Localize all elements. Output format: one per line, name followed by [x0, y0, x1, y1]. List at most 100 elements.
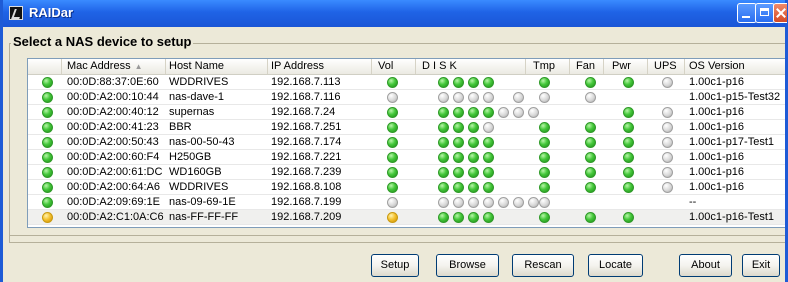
- device-status-icon: [42, 107, 53, 118]
- table-row[interactable]: 00:0D:88:37:0E:60 WDDRIVES 192.168.7.113 1.…: [28, 75, 785, 90]
- disk-status-icon: [528, 197, 539, 208]
- disk-status-icon: [483, 212, 494, 223]
- client-area: Select a NAS device to setup Mac Address…: [3, 27, 785, 282]
- volume-status-icon: [387, 137, 398, 148]
- disk-status-icon: [468, 152, 479, 163]
- device-status-icon: [42, 212, 53, 223]
- host-name-cell: WDDRIVES: [169, 181, 229, 193]
- column-header-mac[interactable]: Mac Address ▲: [62, 59, 166, 74]
- column-header-pwr[interactable]: Pwr: [604, 59, 648, 74]
- disk-status-icon: [468, 107, 479, 118]
- disk-status-icon: [438, 182, 449, 193]
- ups-status-icon: [662, 77, 673, 88]
- disk-status-icon: [453, 107, 464, 118]
- table-row[interactable]: 00:0D:A2:00:60:F4 H250GB 192.168.7.221 1.00…: [28, 150, 785, 165]
- disk-status-icon: [453, 92, 464, 103]
- os-version-cell: 1.00c1-p16: [689, 121, 745, 133]
- disk-status-icon: [438, 197, 449, 208]
- browse-button[interactable]: Browse: [436, 254, 499, 277]
- volume-status-icon: [387, 122, 398, 133]
- fan-status-icon: [585, 167, 596, 178]
- disk-status-icon: [468, 182, 479, 193]
- disk-status-icon: [453, 212, 464, 223]
- locate-button[interactable]: Locate: [588, 254, 643, 277]
- column-header-disk[interactable]: D I S K: [416, 59, 526, 74]
- mac-address-cell: 00:0D:A2:00:60:F4: [67, 151, 160, 163]
- disk-status-icon: [468, 92, 479, 103]
- column-header-os[interactable]: OS Version: [685, 59, 785, 74]
- ups-status-icon: [662, 107, 673, 118]
- temperature-status-icon: [539, 122, 550, 133]
- disk-status-icon: [468, 122, 479, 133]
- volume-status-icon: [387, 167, 398, 178]
- device-status-icon: [42, 167, 53, 178]
- os-version-cell: 1.00c1-p16-Test1: [689, 211, 774, 223]
- fan-status-icon: [585, 92, 596, 103]
- close-button[interactable]: [773, 3, 787, 23]
- volume-status-icon: [387, 92, 398, 103]
- rescan-button[interactable]: Rescan: [512, 254, 574, 277]
- host-name-cell: H250GB: [169, 151, 212, 163]
- disk-status-icon: [468, 197, 479, 208]
- temperature-status-icon: [539, 197, 550, 208]
- mac-address-cell: 00:0D:A2:09:69:1E: [67, 196, 160, 208]
- device-list[interactable]: Mac Address ▲ Host Name IP Address Vol D …: [27, 58, 785, 228]
- host-name-cell: nas-FF-FF-FF: [169, 211, 239, 223]
- device-status-icon: [42, 152, 53, 163]
- os-version-cell: 1.00c1-p16: [689, 106, 745, 118]
- fan-status-icon: [585, 212, 596, 223]
- table-row[interactable]: 00:0D:A2:C1:0A:C6 nas-FF-FF-FF 192.168.7.2…: [28, 210, 785, 225]
- table-row[interactable]: 00:0D:A2:09:69:1E nas-09-69-1E 192.168.7.1…: [28, 195, 785, 210]
- table-row[interactable]: 00:0D:A2:00:61:DC WD160GB 192.168.7.239 1.0…: [28, 165, 785, 180]
- column-header-ups[interactable]: UPS: [648, 59, 685, 74]
- disk-status-icon: [483, 107, 494, 118]
- temperature-status-icon: [539, 137, 550, 148]
- minimize-button[interactable]: [737, 3, 757, 23]
- disk-status-icon: [483, 77, 494, 88]
- exit-button[interactable]: Exit: [742, 254, 780, 277]
- group-title: Select a NAS device to setup: [11, 34, 194, 49]
- disk-status-icon: [483, 167, 494, 178]
- disk-status-icon: [468, 137, 479, 148]
- column-header-vol[interactable]: Vol: [372, 59, 416, 74]
- host-name-cell: nas-00-50-43: [169, 136, 235, 148]
- disk-status-icon: [483, 137, 494, 148]
- divider: [9, 235, 785, 236]
- disk-status-icon: [483, 197, 494, 208]
- table-row[interactable]: 00:0D:A2:00:64:A6 WDDRIVES 192.168.8.108 1.…: [28, 180, 785, 195]
- table-row[interactable]: 00:0D:A2:00:41:23 BBR 192.168.7.251 1.00c1-…: [28, 120, 785, 135]
- fan-status-icon: [585, 77, 596, 88]
- host-name-cell: WD160GB: [169, 166, 222, 178]
- os-version-cell: 1.00c1-p16: [689, 76, 745, 88]
- table-row[interactable]: 00:0D:A2:00:50:43 nas-00-50-43 192.168.7.1…: [28, 135, 785, 150]
- column-header-ip[interactable]: IP Address: [268, 59, 372, 74]
- column-header-fan[interactable]: Fan: [570, 59, 604, 74]
- column-header-host[interactable]: Host Name: [166, 59, 268, 74]
- device-status-icon: [42, 137, 53, 148]
- title-bar[interactable]: RAIDar: [3, 0, 787, 27]
- ip-address-cell: 192.168.7.199: [271, 196, 342, 208]
- fan-status-icon: [585, 182, 596, 193]
- column-header-status[interactable]: [28, 59, 62, 74]
- disk-status-icon: [438, 77, 449, 88]
- volume-status-icon: [387, 182, 398, 193]
- maximize-button[interactable]: [755, 3, 775, 23]
- ip-address-cell: 192.168.7.239: [271, 166, 342, 178]
- column-header-mac-label: Mac Address: [67, 60, 131, 72]
- table-row[interactable]: 00:0D:A2:00:10:44 nas-dave-1 192.168.7.116…: [28, 90, 785, 105]
- os-version-cell: 1.00c1-p16: [689, 181, 745, 193]
- disk-status-icon: [438, 167, 449, 178]
- volume-status-icon: [387, 77, 398, 88]
- about-button[interactable]: About: [679, 254, 732, 277]
- power-status-icon: [623, 107, 634, 118]
- disk-status-icon: [438, 122, 449, 133]
- temperature-status-icon: [539, 182, 550, 193]
- table-row[interactable]: 00:0D:A2:00:40:12 supernas 192.168.7.24 1.0…: [28, 105, 785, 120]
- disk-status-icon: [453, 197, 464, 208]
- column-header-tmp[interactable]: Tmp: [526, 59, 570, 74]
- temperature-status-icon: [539, 92, 550, 103]
- ip-address-cell: 192.168.7.174: [271, 136, 342, 148]
- mac-address-cell: 00:0D:A2:00:64:A6: [67, 181, 160, 193]
- volume-status-icon: [387, 197, 398, 208]
- setup-button[interactable]: Setup: [371, 254, 419, 277]
